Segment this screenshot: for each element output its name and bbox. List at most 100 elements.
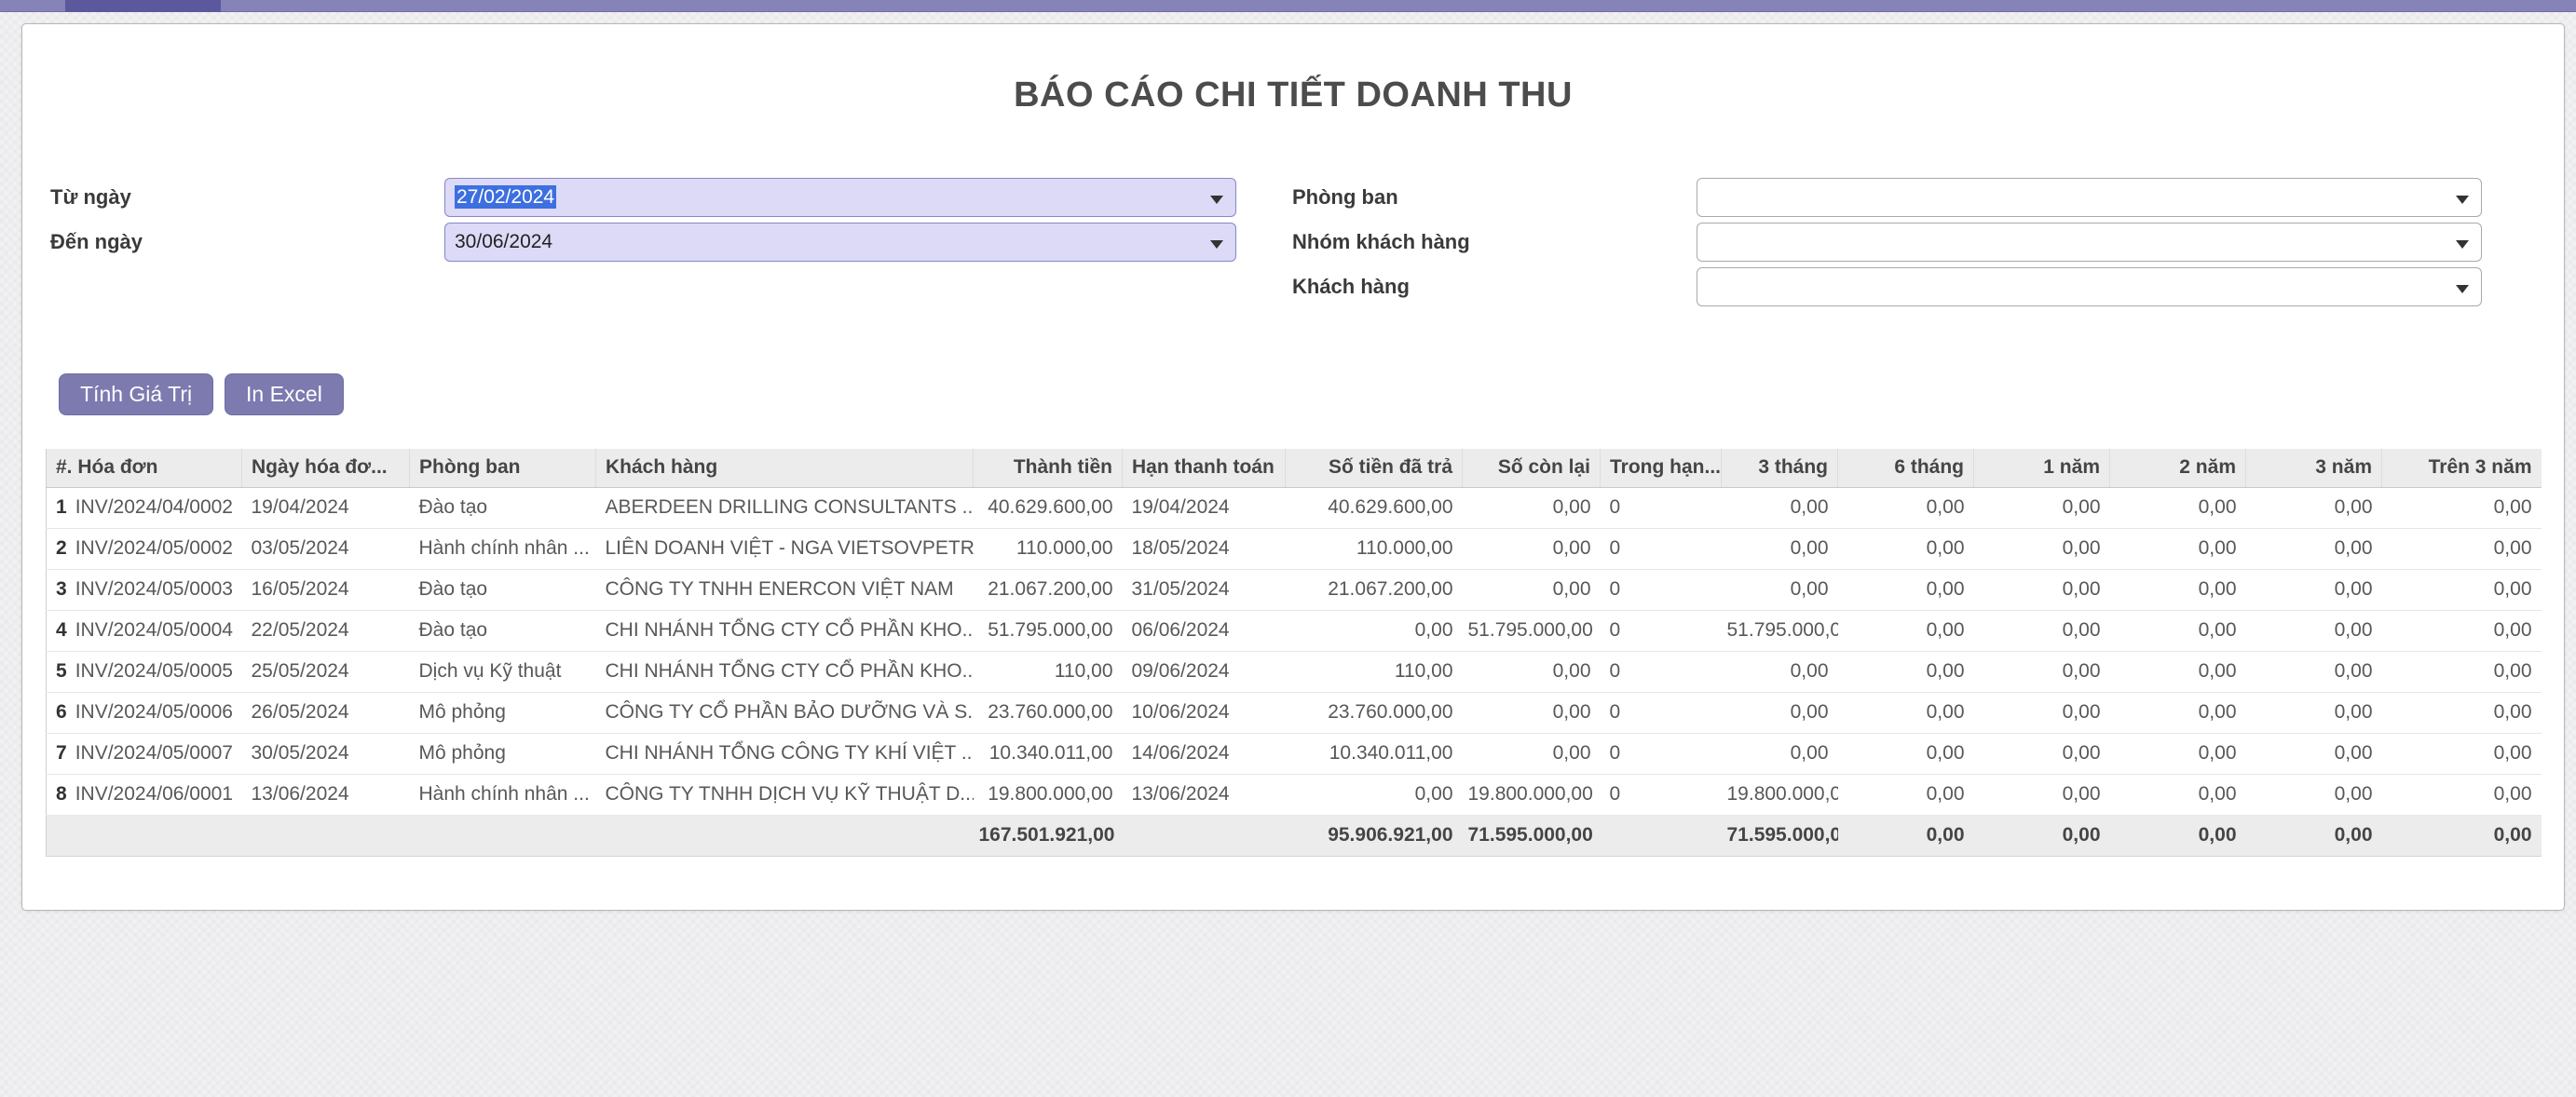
cell-y2: 0,00 (2110, 692, 2246, 733)
cell-in_term: 0 (1601, 651, 1722, 692)
cell-y3: 0,00 (2246, 651, 2382, 692)
cell-m6: 0,00 (1838, 651, 1974, 692)
cell-y2: 0,00 (2110, 487, 2246, 528)
cell-m6: 0,00 (1838, 487, 1974, 528)
customer-group-select[interactable] (1697, 223, 2482, 262)
column-header-m6[interactable]: 6 tháng (1838, 449, 1974, 487)
cell-y3: 0,00 (2246, 610, 2382, 651)
customer-select[interactable] (1697, 267, 2482, 306)
from-date-value: 27/02/2024 (455, 185, 556, 209)
cell-date: 13/06/2024 (242, 774, 410, 815)
cell-invoice: 8INV/2024/06/0001 (47, 774, 242, 815)
cell-paid: 110,00 (1286, 651, 1463, 692)
column-header-amount[interactable]: Thành tiền (974, 449, 1123, 487)
calculate-button[interactable]: Tính Giá Trị (59, 373, 213, 415)
cell-m3: 51.795.000,00 (1722, 610, 1838, 651)
column-header-over3[interactable]: Trên 3 năm (2382, 449, 2542, 487)
cell-department: Đào tạo (410, 487, 596, 528)
column-header-date[interactable]: Ngày hóa đơ... (242, 449, 410, 487)
cell-paid: 0,00 (1286, 774, 1463, 815)
cell-invoice: 4INV/2024/05/0004 (47, 610, 242, 651)
cell-over3: 0,00 (2382, 528, 2542, 569)
column-header-due[interactable]: Hạn thanh toán (1123, 449, 1286, 487)
table-row[interactable]: 8INV/2024/06/000113/06/2024Hành chính nh… (47, 774, 2542, 815)
top-bar (0, 0, 2576, 12)
cell-y3: 0,00 (2246, 774, 2382, 815)
cell-date: 30/05/2024 (242, 733, 410, 774)
cell-m3: 19.800.000,00 (1722, 774, 1838, 815)
cell-amount: 21.067.200,00 (974, 569, 1123, 610)
cell-department: Hành chính nhân ... (410, 774, 596, 815)
cell-amount: 10.340.011,00 (974, 733, 1123, 774)
cell-m6: 0,00 (1838, 528, 1974, 569)
cell-over3: 0,00 (2382, 774, 2542, 815)
cell-m6: 0,00 (1838, 610, 1974, 651)
row-number: 3 (56, 578, 67, 600)
table-row[interactable]: 1INV/2024/04/000219/04/2024Đào tạoABERDE… (47, 487, 2542, 528)
column-header-department[interactable]: Phòng ban (410, 449, 596, 487)
column-header-y3[interactable]: 3 năm (2246, 449, 2382, 487)
row-number: 7 (56, 742, 67, 764)
table-row[interactable]: 6INV/2024/05/000626/05/2024Mô phỏngCÔNG … (47, 692, 2542, 733)
to-date-label: Đến ngày (50, 223, 143, 262)
page-title: BÁO CÁO CHI TIẾT DOANH THU (22, 75, 2564, 115)
to-date-input[interactable]: 30/06/2024 (444, 223, 1236, 262)
department-select[interactable] (1697, 178, 2482, 217)
cell-department: Đào tạo (410, 569, 596, 610)
cell-y1: 0,00 (1974, 487, 2110, 528)
table-row[interactable]: 7INV/2024/05/000730/05/2024Mô phỏngCHI N… (47, 733, 2542, 774)
cell-due: 14/06/2024 (1123, 733, 1286, 774)
export-excel-button[interactable]: In Excel (225, 373, 344, 415)
cell-y3: 0,00 (2246, 733, 2382, 774)
column-header-y2[interactable]: 2 năm (2110, 449, 2246, 487)
cell-m6: 0,00 (1838, 692, 1974, 733)
cell-in_term: 0 (1601, 487, 1722, 528)
cell-m3: 0,00 (1722, 692, 1838, 733)
cell-y2: 0,00 (2110, 733, 2246, 774)
cell-y1: 0,00 (1974, 528, 2110, 569)
department-label: Phòng ban (1292, 178, 1398, 217)
column-header-remaining[interactable]: Số còn lại (1463, 449, 1601, 487)
row-number: 2 (56, 537, 67, 559)
cell-y3: 0,00 (2246, 528, 2382, 569)
cell-invoice: 3INV/2024/05/0003 (47, 569, 242, 610)
cell-remaining: 0,00 (1463, 692, 1601, 733)
table-row[interactable]: 5INV/2024/05/000525/05/2024Dịch vụ Kỹ th… (47, 651, 2542, 692)
column-header-m3[interactable]: 3 tháng (1722, 449, 1838, 487)
cell-m3: 0,00 (1722, 569, 1838, 610)
cell-date: 16/05/2024 (242, 569, 410, 610)
cell-invoice: 2INV/2024/05/0002 (47, 528, 242, 569)
cell-department: Mô phỏng (410, 692, 596, 733)
active-tab-indicator[interactable] (65, 0, 221, 12)
cell-customer: CHI NHÁNH TỔNG CTY CỔ PHẦN KHO... (596, 610, 974, 651)
table-row[interactable]: 2INV/2024/05/000203/05/2024Hành chính nh… (47, 528, 2542, 569)
total-due (1123, 815, 1286, 856)
cell-in_term: 0 (1601, 569, 1722, 610)
column-header-y1[interactable]: 1 năm (1974, 449, 2110, 487)
cell-m3: 0,00 (1722, 487, 1838, 528)
row-number: 5 (56, 660, 67, 682)
column-header-in_term[interactable]: Trong hạn... (1601, 449, 1722, 487)
column-header-customer[interactable]: Khách hàng (596, 449, 974, 487)
cell-remaining: 0,00 (1463, 733, 1601, 774)
cell-m6: 0,00 (1838, 569, 1974, 610)
to-date-value: 30/06/2024 (455, 231, 552, 252)
chevron-down-icon (1210, 196, 1223, 204)
table-totals-row: 167.501.921,0095.906.921,0071.595.000,00… (47, 815, 2542, 856)
cell-over3: 0,00 (2382, 569, 2542, 610)
cell-y1: 0,00 (1974, 733, 2110, 774)
cell-date: 22/05/2024 (242, 610, 410, 651)
cell-y3: 0,00 (2246, 569, 2382, 610)
total-m3: 71.595.000,00 (1722, 815, 1838, 856)
cell-y2: 0,00 (2110, 651, 2246, 692)
table-row[interactable]: 3INV/2024/05/000316/05/2024Đào tạoCÔNG T… (47, 569, 2542, 610)
from-date-input[interactable]: 27/02/2024 (444, 178, 1236, 217)
column-header-invoice[interactable]: #. Hóa đơn (47, 449, 242, 487)
cell-customer: CÔNG TY TNHH DỊCH VỤ KỸ THUẬT D... (596, 774, 974, 815)
cell-over3: 0,00 (2382, 733, 2542, 774)
cell-y2: 0,00 (2110, 610, 2246, 651)
table-row[interactable]: 4INV/2024/05/000422/05/2024Đào tạoCHI NH… (47, 610, 2542, 651)
cell-amount: 40.629.600,00 (974, 487, 1123, 528)
column-header-paid[interactable]: Số tiền đã trả (1286, 449, 1463, 487)
cell-m6: 0,00 (1838, 733, 1974, 774)
